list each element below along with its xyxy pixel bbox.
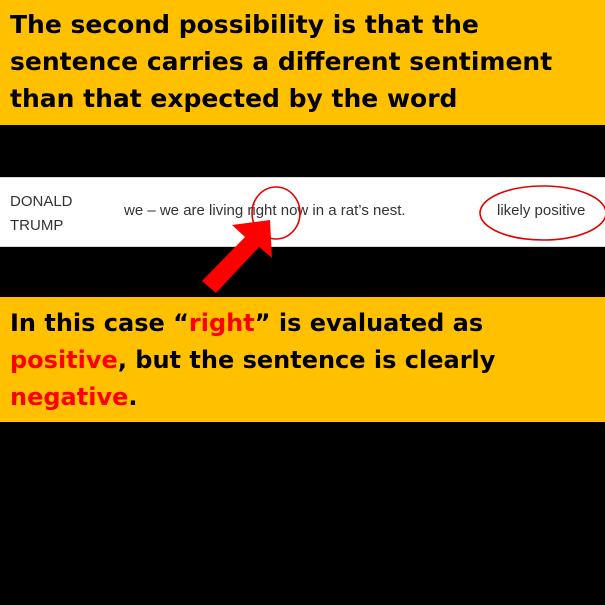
heading-line-3: than that expected by the word bbox=[10, 84, 458, 113]
explanation-line-2: positive, but the sentence is clearly bbox=[10, 342, 605, 379]
explanation-text-4: . bbox=[128, 383, 138, 411]
speaker-name: DONALD TRUMP bbox=[10, 190, 73, 238]
positive-label: positive bbox=[10, 346, 118, 374]
heading-line-2: sentence carries a different sentiment bbox=[10, 47, 553, 76]
heading-banner: The second possibility is that the sente… bbox=[0, 0, 605, 125]
explanation-line-1: In this case “right” is evaluated as bbox=[10, 305, 605, 342]
speaker-last-name: TRUMP bbox=[10, 217, 64, 234]
explanation-text-1: In this case “ bbox=[10, 309, 189, 337]
highlighted-word: right bbox=[188, 309, 255, 337]
speaker-first-name: DONALD bbox=[10, 193, 73, 210]
explanation-banner: In this case “right” is evaluated as pos… bbox=[0, 297, 605, 422]
explanation-line-3: negative. bbox=[10, 379, 605, 416]
quote-text: we – we are living right now in a rat’s … bbox=[124, 202, 406, 219]
negative-label: negative bbox=[10, 383, 129, 411]
heading-line-1: The second possibility is that the bbox=[10, 10, 479, 39]
explanation-text-3: , but the sentence is clearly bbox=[117, 346, 496, 374]
explanation-text-2: ” is evaluated as bbox=[254, 309, 484, 337]
sentiment-result-row: DONALD TRUMP we – we are living right no… bbox=[0, 177, 605, 247]
sentiment-verdict: likely positive bbox=[497, 202, 586, 219]
